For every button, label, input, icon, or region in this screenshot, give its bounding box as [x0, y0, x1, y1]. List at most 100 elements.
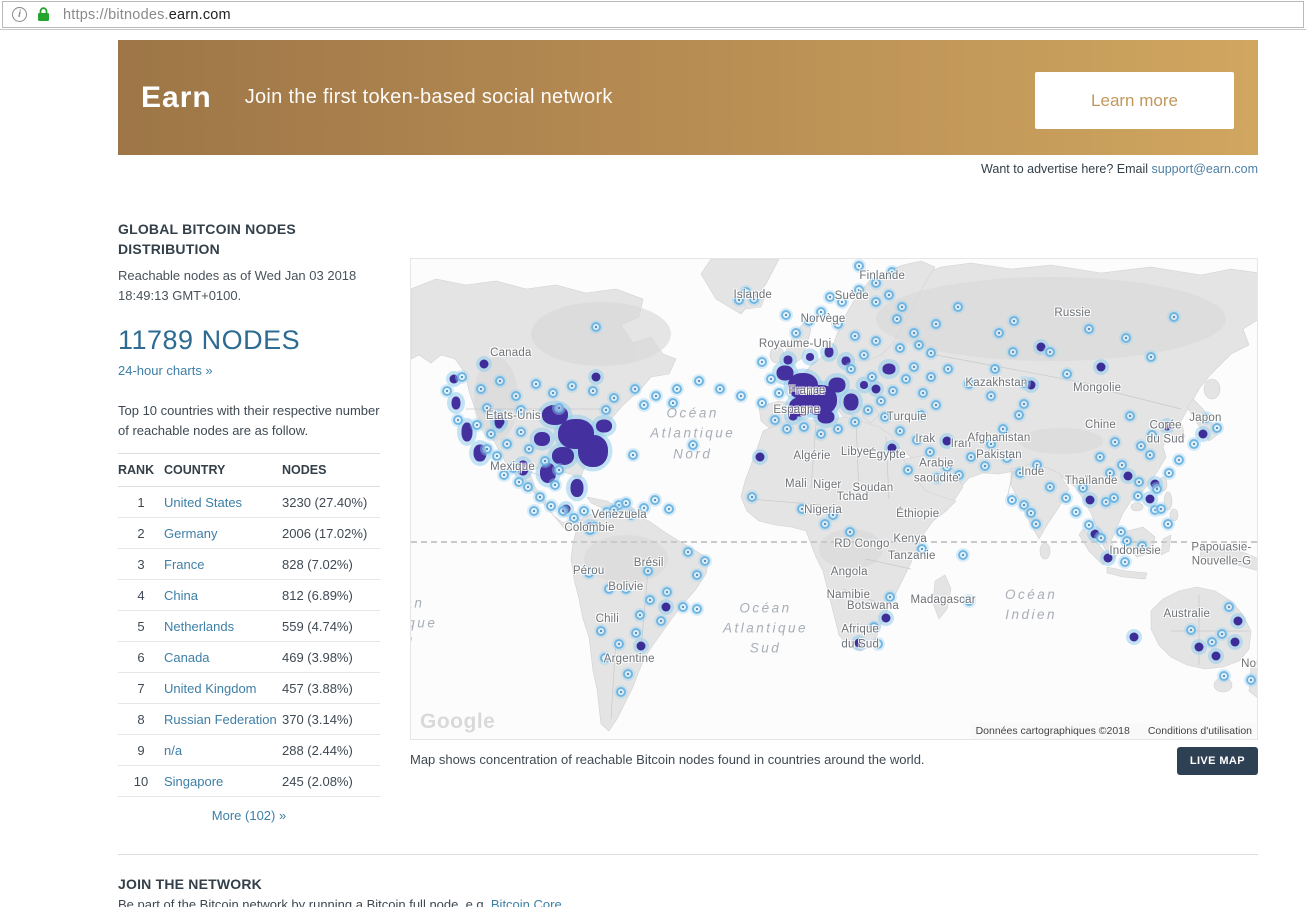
- rank-cell: 7: [118, 673, 164, 704]
- node-marker: [782, 424, 792, 434]
- url-text: https://bitnodes.earn.com: [63, 7, 231, 23]
- node-marker: [476, 384, 486, 394]
- node-cluster: [596, 420, 612, 433]
- node-dot: [1097, 362, 1106, 371]
- table-row: 7United Kingdom457 (3.88%): [118, 673, 380, 704]
- country-link[interactable]: Russian Federation: [164, 712, 277, 727]
- node-marker: [1045, 482, 1055, 492]
- node-marker: [1156, 504, 1166, 514]
- world-nodes-map[interactable]: CanadaIslandeNorvègeSuèdeFinlandeRussieR…: [410, 258, 1258, 740]
- country-link[interactable]: China: [164, 588, 198, 603]
- place-label: Nou: [1241, 656, 1258, 670]
- country-link[interactable]: Netherlands: [164, 619, 234, 634]
- node-marker: [980, 461, 990, 471]
- node-marker: [895, 343, 905, 353]
- node-marker: [486, 429, 496, 439]
- node-marker: [546, 501, 556, 511]
- place-label: Irak: [915, 431, 935, 445]
- place-label: Arabie saoudite: [914, 457, 959, 486]
- node-marker: [554, 403, 564, 413]
- node-marker: [523, 482, 533, 492]
- rank-cell: 5: [118, 611, 164, 642]
- node-marker: [550, 480, 560, 490]
- node-marker: [1174, 455, 1184, 465]
- node-marker: [1133, 491, 1143, 501]
- join-title: JOIN THE NETWORK: [118, 876, 1258, 892]
- more-countries-link[interactable]: More (102) »: [118, 808, 380, 823]
- node-marker: [678, 602, 688, 612]
- country-link[interactable]: France: [164, 557, 204, 572]
- rank-cell: 2: [118, 518, 164, 549]
- sidebar: GLOBAL BITCOIN NODES DISTRIBUTION Reacha…: [118, 219, 380, 823]
- place-label: Mongolie: [1073, 380, 1121, 394]
- place-label: Russie: [1054, 306, 1090, 320]
- place-label: Mexique: [490, 460, 535, 474]
- bitcoin-core-link[interactable]: Bitcoin Core: [491, 897, 562, 907]
- nodes-cell: 245 (2.08%): [282, 766, 380, 797]
- country-link[interactable]: Germany: [164, 526, 217, 541]
- node-dot: [1231, 638, 1240, 647]
- table-row: 4China812 (6.89%): [118, 580, 380, 611]
- node-marker: [692, 570, 702, 580]
- banner-tagline: Join the first token-based social networ…: [245, 86, 613, 109]
- node-marker: [548, 388, 558, 398]
- map-caption: Map shows concentration of reachable Bit…: [410, 752, 925, 767]
- node-marker: [614, 639, 624, 649]
- place-label: Chili: [596, 611, 619, 625]
- node-marker: [994, 328, 1004, 338]
- place-label: Brésil: [634, 556, 664, 570]
- node-marker: [511, 391, 521, 401]
- https-lock-icon[interactable]: [37, 7, 50, 22]
- node-marker: [662, 587, 672, 597]
- node-marker: [757, 357, 767, 367]
- country-cell: Singapore: [164, 766, 282, 797]
- earn-ad-banner[interactable]: Earn Join the first token-based social n…: [118, 40, 1258, 155]
- node-marker: [1117, 460, 1127, 470]
- node-marker: [694, 376, 704, 386]
- node-marker: [1071, 507, 1081, 517]
- node-cluster: [552, 447, 574, 465]
- terms-link[interactable]: Conditions d'utilisation: [1148, 725, 1252, 737]
- node-marker: [863, 405, 873, 415]
- node-dot: [637, 641, 646, 650]
- node-marker: [757, 398, 767, 408]
- node-marker: [457, 372, 467, 382]
- node-dot: [1198, 430, 1207, 439]
- learn-more-button[interactable]: Learn more: [1035, 72, 1234, 129]
- country-link[interactable]: n/a: [164, 743, 182, 758]
- node-marker: [472, 420, 482, 430]
- nodes-cell: 828 (7.02%): [282, 549, 380, 580]
- place-label: Canada: [490, 345, 531, 359]
- node-dot: [1145, 495, 1154, 504]
- node-marker: [656, 616, 666, 626]
- address-bar[interactable]: i https://bitnodes.earn.com: [2, 1, 1304, 28]
- country-link[interactable]: Canada: [164, 650, 210, 665]
- country-link[interactable]: United States: [164, 495, 242, 510]
- google-logo[interactable]: Google: [420, 710, 495, 734]
- place-label: Royaume-Uni: [759, 337, 832, 351]
- node-marker: [781, 310, 791, 320]
- node-marker: [1217, 629, 1227, 639]
- place-label: Algérie: [793, 449, 830, 463]
- place-label: Pérou: [573, 564, 605, 578]
- live-map-button[interactable]: LIVE MAP: [1177, 747, 1258, 775]
- country-link[interactable]: United Kingdom: [164, 681, 257, 696]
- node-marker: [535, 492, 545, 502]
- node-marker: [1219, 671, 1229, 681]
- country-link[interactable]: Singapore: [164, 774, 223, 789]
- page-info-icon[interactable]: i: [12, 7, 27, 22]
- node-marker: [591, 322, 601, 332]
- node-dot: [1086, 496, 1095, 505]
- node-marker: [850, 331, 860, 341]
- node-marker: [953, 302, 963, 312]
- node-marker: [897, 302, 907, 312]
- country-cell: China: [164, 580, 282, 611]
- country-cell: Canada: [164, 642, 282, 673]
- node-marker: [931, 400, 941, 410]
- charts-link[interactable]: 24-hour charts »: [118, 363, 213, 378]
- rank-cell: 6: [118, 642, 164, 673]
- support-email-link[interactable]: support@earn.com: [1152, 162, 1259, 176]
- ocean-label: Océan Atlantique Nord: [650, 404, 735, 465]
- node-marker: [516, 427, 526, 437]
- node-cluster: [451, 397, 460, 410]
